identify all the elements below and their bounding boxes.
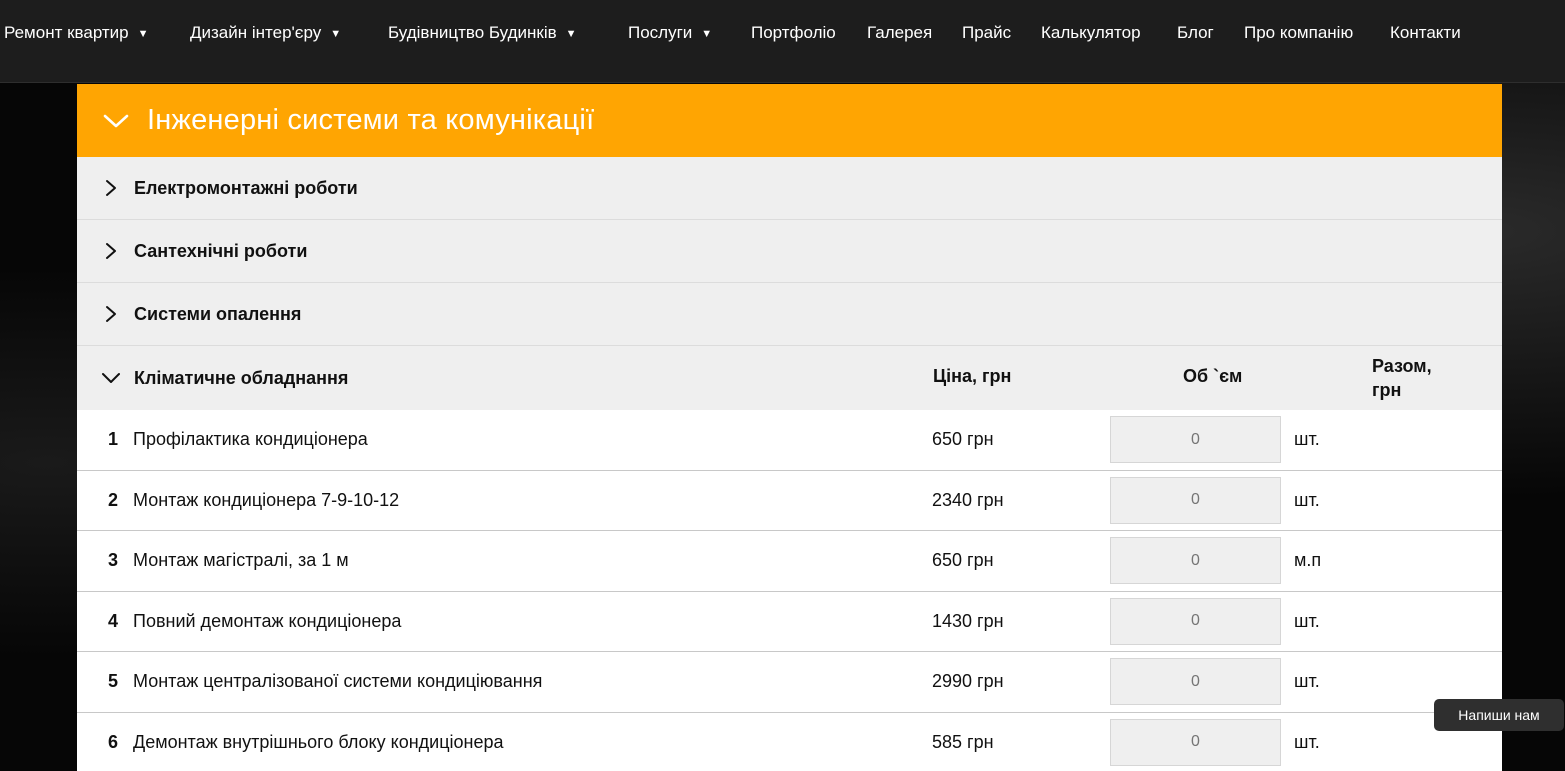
row-number: 1 (107, 429, 118, 450)
quantity-input[interactable] (1110, 416, 1281, 463)
subsection-header[interactable]: Сантехнічні роботи (77, 220, 1502, 283)
service-price: 2340 грн (932, 489, 1004, 510)
chevron-down-icon (103, 114, 129, 127)
nav-item-label: Блог (1177, 23, 1214, 42)
row-number: 3 (107, 550, 118, 571)
nav-item[interactable]: Портфоліо (751, 22, 836, 44)
nav-item[interactable]: Ремонт квартир ▼ (4, 22, 149, 44)
service-name: Повний демонтаж кондиціонера (133, 610, 402, 631)
chevron-right-icon (106, 243, 116, 259)
unit-label: шт. (1294, 610, 1320, 631)
table-row: 5 Монтаж централізованої системи кондицію… (77, 652, 1502, 713)
section-header[interactable]: Інженерні системи та комунікації (77, 84, 1502, 157)
nav-item[interactable]: Галерея (867, 22, 932, 44)
subsection-label: Системи опалення (134, 303, 302, 324)
nav-item-label: Дизайн інтер'єру (190, 23, 322, 42)
service-name: Демонтаж внутрішнього блоку кондиціонера (133, 731, 504, 752)
chevron-right-icon (106, 306, 116, 322)
table-row: 3 Монтаж магістралі, за 1 м 650 грн м.п (77, 531, 1502, 592)
nav-item[interactable]: Послуги ▼ (628, 22, 712, 44)
row-number: 5 (107, 671, 118, 692)
subsection-label: Сантехнічні роботи (134, 240, 308, 261)
nav-item[interactable]: Дизайн інтер'єру ▼ (190, 22, 341, 44)
caret-down-icon: ▼ (137, 27, 149, 40)
unit-label: м.п (1294, 550, 1322, 571)
nav-item[interactable]: Будівництво Будинків ▼ (388, 22, 577, 44)
column-header-volume: Об `єм (1183, 366, 1243, 386)
service-price: 2990 грн (932, 671, 1004, 692)
nav-item[interactable]: Прайс (962, 22, 1011, 44)
nav-item[interactable]: Про компанію (1244, 22, 1353, 44)
table-row: 1 Профілактика кондиціонера 650 грн шт. (77, 410, 1502, 471)
service-price: 650 грн (932, 429, 994, 450)
service-price: 650 грн (932, 550, 994, 571)
caret-down-icon: ▼ (330, 27, 342, 40)
quantity-input[interactable] (1110, 537, 1281, 584)
nav-item[interactable]: Калькулятор (1041, 22, 1141, 44)
service-price: 585 грн (932, 731, 994, 752)
chevron-down-icon (102, 373, 120, 383)
nav-item-label: Контакти (1390, 23, 1461, 42)
table-title: Кліматичне обладнання (134, 367, 349, 388)
nav-item-label: Калькулятор (1041, 23, 1141, 42)
service-name: Монтаж кондиціонера 7-9-10-12 (133, 489, 400, 510)
quantity-input[interactable] (1110, 597, 1281, 645)
unit-label: шт. (1294, 489, 1320, 510)
row-number: 4 (107, 610, 118, 631)
main-nav: Ремонт квартир ▼ Дизайн інтер'єру ▼ Будівниц… (0, 0, 1565, 83)
caret-down-icon: ▼ (565, 27, 577, 40)
column-header-price: Ціна, грн (933, 366, 1012, 386)
quantity-input[interactable] (1110, 476, 1281, 524)
section-title: Інженерні системи та комунікації (147, 104, 595, 136)
price-panel: Інженерні системи та комунікації Електро… (77, 84, 1502, 771)
service-name: Монтаж централізованої системи кондиціюв… (133, 671, 543, 692)
table-row: 2 Монтаж кондиціонера 7-9-10-12 2340 грн шт… (77, 471, 1502, 531)
nav-item-label: Прайс (962, 23, 1012, 42)
nav-item-label: Про компанію (1244, 23, 1354, 42)
service-price: 1430 грн (932, 610, 1004, 631)
chat-button[interactable]: Напиши нам (1434, 699, 1564, 731)
row-number: 2 (107, 489, 118, 510)
nav-item-label: Послуги (628, 23, 693, 42)
table-row: 6 Демонтаж внутрішнього блоку кондиціонер… (77, 713, 1502, 771)
table-row: 4 Повний демонтаж кондиціонера 1430 грн шт. (77, 592, 1502, 652)
caret-down-icon: ▼ (701, 27, 713, 40)
nav-item[interactable]: Контакти (1390, 22, 1461, 44)
chevron-right-icon (106, 180, 116, 196)
nav-item-label: Будівництво Будинків (388, 23, 557, 42)
nav-item[interactable]: Блог (1177, 22, 1214, 44)
table-header[interactable]: Кліматичне обладнання Ціна, грн Об `єм Р… (77, 346, 1502, 410)
service-name: Монтаж магістралі, за 1 м (133, 550, 349, 571)
nav-item-label: Портфоліо (751, 23, 836, 42)
subsection-header[interactable]: Системи опалення (77, 283, 1502, 346)
unit-label: шт. (1294, 429, 1320, 450)
subsection-header[interactable]: Електромонтажні роботи (77, 157, 1502, 220)
column-header-total: Разом, грн (1372, 356, 1432, 400)
nav-item-label: Ремонт квартир (4, 23, 129, 42)
nav-item-label: Галерея (867, 23, 933, 42)
unit-label: шт. (1294, 671, 1320, 692)
row-number: 6 (107, 731, 118, 752)
quantity-input[interactable] (1110, 718, 1281, 766)
service-name: Профілактика кондиціонера (133, 429, 368, 450)
subsection-label: Електромонтажні роботи (134, 177, 358, 198)
quantity-input[interactable] (1110, 658, 1281, 705)
unit-label: шт. (1294, 731, 1320, 752)
